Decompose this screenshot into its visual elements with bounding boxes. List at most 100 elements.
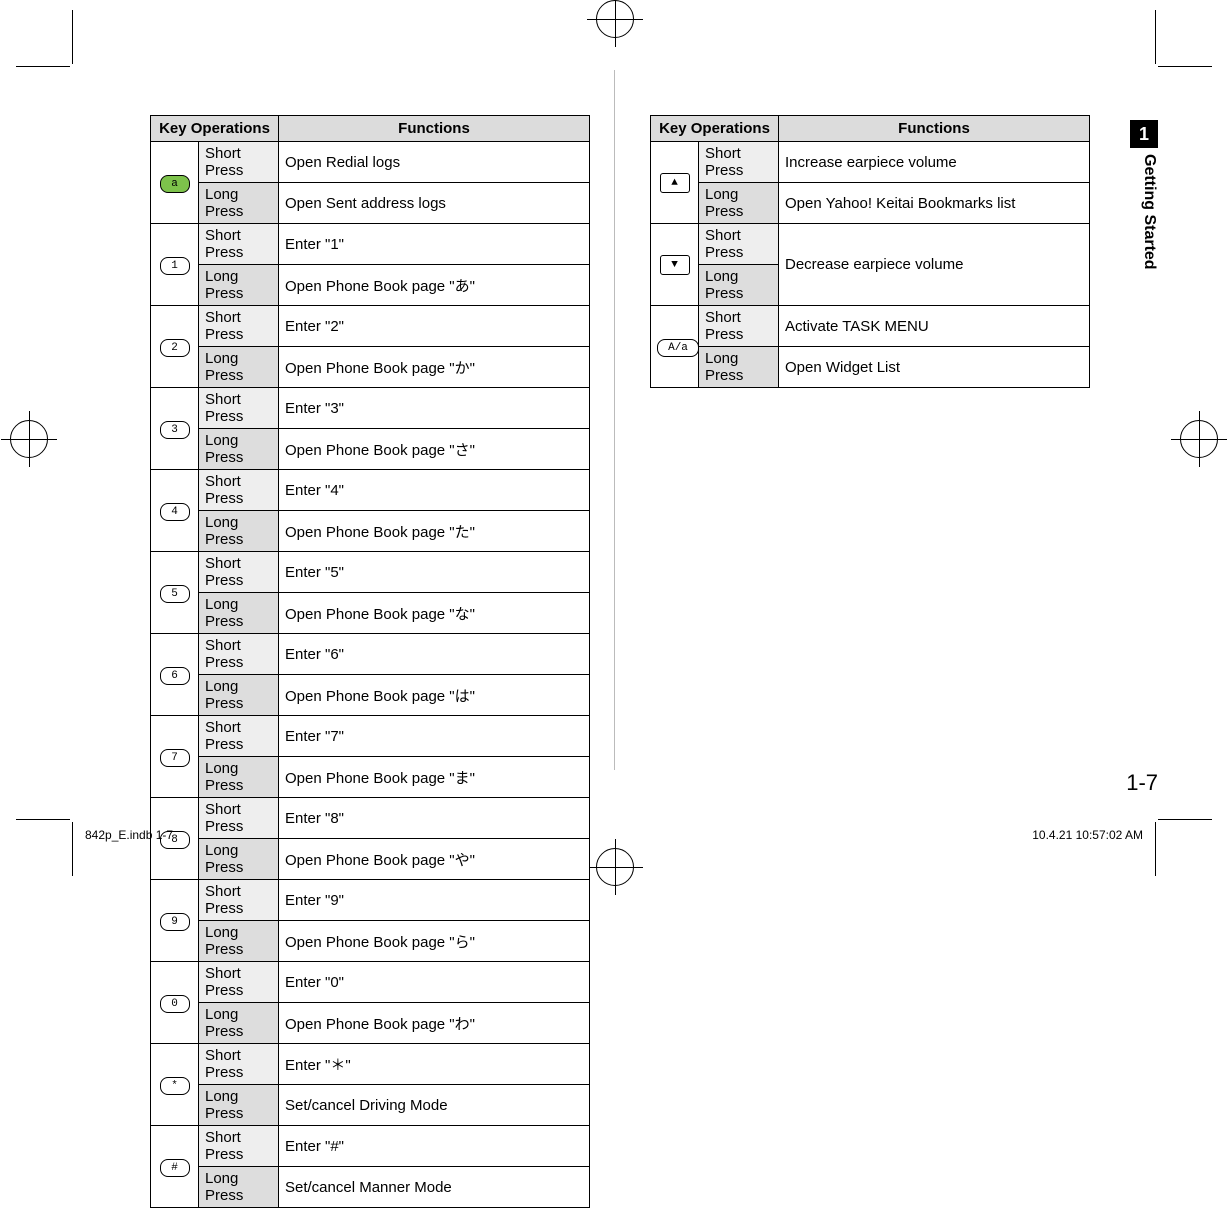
key-icon: # bbox=[160, 1159, 190, 1177]
left-column: Key Operations Functions aShort PressOpe… bbox=[150, 115, 590, 1208]
registration-mark-icon bbox=[596, 0, 634, 38]
table-row: 3Short PressEnter "3" bbox=[151, 388, 590, 429]
function-cell: Open Sent address logs bbox=[279, 183, 590, 224]
footer-filename: 842p_E.indb 1-7 bbox=[85, 828, 173, 842]
crop-mark bbox=[1158, 819, 1212, 820]
press-type-long: Long Press bbox=[699, 347, 779, 388]
key-icon: 9 bbox=[160, 913, 190, 931]
function-cell: Enter "＊" bbox=[279, 1044, 590, 1085]
function-cell: Open Phone Book page "な" bbox=[279, 593, 590, 634]
header-functions: Functions bbox=[279, 116, 590, 142]
key-icon: 7 bbox=[160, 749, 190, 767]
table-row: Long PressOpen Phone Book page "か" bbox=[151, 347, 590, 388]
press-type-short: Short Press bbox=[199, 1044, 279, 1085]
crop-mark bbox=[72, 10, 73, 64]
key-cell: a bbox=[151, 142, 199, 224]
key-cell: 4 bbox=[151, 470, 199, 552]
table-row: Long PressOpen Widget List bbox=[651, 347, 1090, 388]
page-root: Key Operations Functions aShort PressOpe… bbox=[0, 0, 1228, 886]
header-key-operations: Key Operations bbox=[151, 116, 279, 142]
table-row: A/aShort PressActivate TASK MENU bbox=[651, 306, 1090, 347]
press-type-short: Short Press bbox=[199, 224, 279, 265]
table-header-row: Key Operations Functions bbox=[151, 116, 590, 142]
table-row: Long PressSet/cancel Driving Mode bbox=[151, 1085, 590, 1126]
function-cell: Open Widget List bbox=[779, 347, 1090, 388]
key-cell: 3 bbox=[151, 388, 199, 470]
table-row: ▼Short PressDecrease earpiece volume bbox=[651, 224, 1090, 265]
key-icon: 6 bbox=[160, 667, 190, 685]
press-type-short: Short Press bbox=[199, 388, 279, 429]
function-cell: Set/cancel Manner Mode bbox=[279, 1167, 590, 1208]
press-type-long: Long Press bbox=[699, 265, 779, 306]
press-type-short: Short Press bbox=[199, 962, 279, 1003]
table-row: 0Short PressEnter "0" bbox=[151, 962, 590, 1003]
table-row: Long PressOpen Phone Book page "た" bbox=[151, 511, 590, 552]
key-icon: ▲ bbox=[660, 173, 690, 193]
chapter-number: 1 bbox=[1130, 120, 1158, 148]
function-cell: Enter "#" bbox=[279, 1126, 590, 1167]
function-cell: Enter "6" bbox=[279, 634, 590, 675]
chapter-title: Getting Started bbox=[1130, 148, 1158, 270]
key-icon: * bbox=[160, 1077, 190, 1095]
press-type-short: Short Press bbox=[199, 306, 279, 347]
registration-mark-icon bbox=[1180, 420, 1218, 458]
table-row: 1Short PressEnter "1" bbox=[151, 224, 590, 265]
key-icon: 1 bbox=[160, 257, 190, 275]
function-cell: Enter "7" bbox=[279, 716, 590, 757]
function-cell: Open Phone Book page "か" bbox=[279, 347, 590, 388]
table-row: Long PressOpen Phone Book page "や" bbox=[151, 839, 590, 880]
header-functions: Functions bbox=[779, 116, 1090, 142]
press-type-short: Short Press bbox=[199, 798, 279, 839]
function-cell: Enter "3" bbox=[279, 388, 590, 429]
key-icon: 4 bbox=[160, 503, 190, 521]
table-row: Long PressOpen Phone Book page "ま" bbox=[151, 757, 590, 798]
key-icon: ▼ bbox=[660, 255, 690, 275]
key-cell: 6 bbox=[151, 634, 199, 716]
press-type-long: Long Press bbox=[199, 265, 279, 306]
table-row: 6Short PressEnter "6" bbox=[151, 634, 590, 675]
press-type-long: Long Press bbox=[199, 183, 279, 224]
key-icon: 3 bbox=[160, 421, 190, 439]
key-icon: A/a bbox=[657, 339, 699, 357]
crop-mark bbox=[16, 819, 70, 820]
function-cell: Open Phone Book page "や" bbox=[279, 839, 590, 880]
table-row: Long PressOpen Phone Book page "ら" bbox=[151, 921, 590, 962]
press-type-long: Long Press bbox=[199, 839, 279, 880]
press-type-short: Short Press bbox=[199, 716, 279, 757]
press-type-long: Long Press bbox=[199, 1167, 279, 1208]
table-row: Long PressSet/cancel Manner Mode bbox=[151, 1167, 590, 1208]
registration-mark-icon bbox=[10, 420, 48, 458]
press-type-long: Long Press bbox=[199, 593, 279, 634]
crop-mark bbox=[72, 822, 73, 876]
key-cell: A/a bbox=[651, 306, 699, 388]
page-number: 1-7 bbox=[1126, 770, 1158, 796]
table-row: Long PressOpen Sent address logs bbox=[151, 183, 590, 224]
function-cell: Open Yahoo! Keitai Bookmarks list bbox=[779, 183, 1090, 224]
press-type-short: Short Press bbox=[199, 552, 279, 593]
function-cell: Decrease earpiece volume bbox=[779, 224, 1090, 306]
function-cell: Open Phone Book page "ら" bbox=[279, 921, 590, 962]
press-type-long: Long Press bbox=[199, 757, 279, 798]
press-type-short: Short Press bbox=[199, 634, 279, 675]
key-cell: 1 bbox=[151, 224, 199, 306]
function-cell: Enter "4" bbox=[279, 470, 590, 511]
function-cell: Activate TASK MENU bbox=[779, 306, 1090, 347]
press-type-short: Short Press bbox=[699, 224, 779, 265]
function-cell: Open Phone Book page "あ" bbox=[279, 265, 590, 306]
table-row: 7Short PressEnter "7" bbox=[151, 716, 590, 757]
press-type-long: Long Press bbox=[699, 183, 779, 224]
function-cell: Open Phone Book page "は" bbox=[279, 675, 590, 716]
table-row: 8Short PressEnter "8" bbox=[151, 798, 590, 839]
content-columns: Key Operations Functions aShort PressOpe… bbox=[150, 115, 1090, 1208]
table-row: 5Short PressEnter "5" bbox=[151, 552, 590, 593]
function-cell: Set/cancel Driving Mode bbox=[279, 1085, 590, 1126]
crop-mark bbox=[16, 66, 70, 67]
table-row: aShort PressOpen Redial logs bbox=[151, 142, 590, 183]
key-cell: * bbox=[151, 1044, 199, 1126]
key-operations-table-right: Key Operations Functions ▲Short PressInc… bbox=[650, 115, 1090, 388]
table-row: Long PressOpen Yahoo! Keitai Bookmarks l… bbox=[651, 183, 1090, 224]
table-header-row: Key Operations Functions bbox=[651, 116, 1090, 142]
press-type-short: Short Press bbox=[699, 142, 779, 183]
key-icon: a bbox=[160, 175, 190, 193]
key-cell: 2 bbox=[151, 306, 199, 388]
